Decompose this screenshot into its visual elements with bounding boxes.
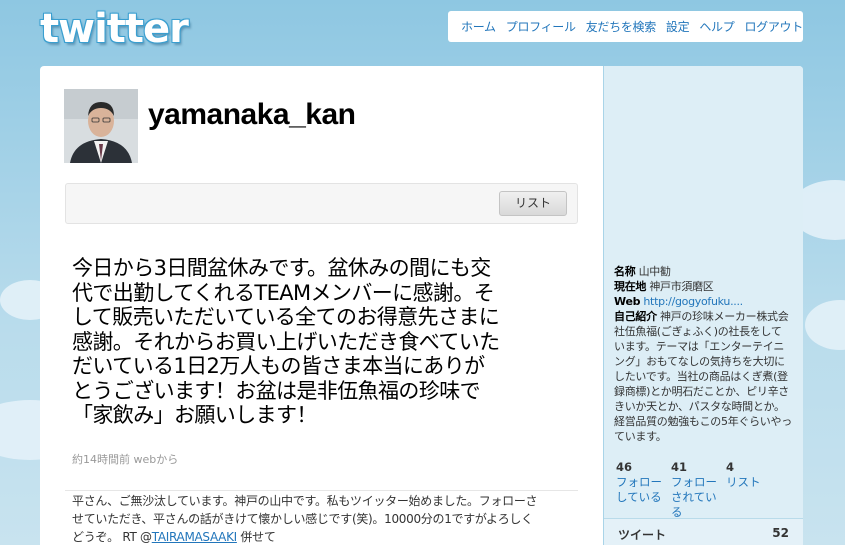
web-link[interactable]: http://gogyofuku.... bbox=[643, 295, 743, 308]
followers-label: フォロー されている bbox=[671, 475, 717, 519]
tweet-text: 平さん、ご無沙汰しています。神戸の山中です。私もツイッター始めました。フォローさ… bbox=[72, 494, 538, 544]
divider bbox=[65, 490, 578, 491]
background-cloud bbox=[805, 300, 845, 350]
tweet-count-row[interactable]: ツイート 52 bbox=[604, 518, 803, 545]
latest-tweet-text: 今日から3日間盆休みです。盆休みの間にも交代で出勤してくれるTEAMメンバーに感… bbox=[72, 256, 500, 427]
followers-stat[interactable]: 41 フォロー されている bbox=[671, 460, 726, 520]
lists-label: リスト bbox=[726, 475, 761, 489]
bio-value: 神戸の珍味メーカー株式会社伍魚福(ごぎょふく)の社長をしています。テーマは「エン… bbox=[614, 310, 792, 443]
location-value: 神戸市須磨区 bbox=[649, 280, 714, 293]
profile-username: yamanaka_kan bbox=[148, 98, 356, 131]
top-navigation: ホーム プロフィール 友だちを検索 設定 ヘルプ ログアウト bbox=[448, 11, 803, 42]
web-label: Web bbox=[614, 295, 641, 308]
main-content: yamanaka_kan リスト 今日から3日間盆休みです。盆休みの間にも交代で… bbox=[40, 66, 603, 545]
profile-photo-icon bbox=[64, 89, 138, 163]
tweet-source: webから bbox=[133, 453, 179, 466]
tweet-timestamp[interactable]: 約14時間前 bbox=[72, 453, 130, 466]
page-container: yamanaka_kan リスト 今日から3日間盆休みです。盆休みの間にも交代で… bbox=[40, 66, 803, 545]
twitter-logo[interactable]: twitter bbox=[40, 6, 189, 52]
bio-label: 自己紹介 bbox=[614, 310, 657, 323]
tweet-text-suffix: 併せて bbox=[236, 530, 276, 544]
location-label: 現在地 bbox=[614, 280, 647, 293]
following-label: フォロー している bbox=[616, 475, 662, 504]
following-stat[interactable]: 46 フォロー している bbox=[616, 460, 671, 520]
nav-home[interactable]: ホーム bbox=[456, 18, 501, 35]
profile-location-row: 現在地 神戸市須磨区 bbox=[614, 279, 792, 294]
action-bar: リスト bbox=[65, 183, 578, 224]
list-button[interactable]: リスト bbox=[499, 191, 567, 216]
nav-settings[interactable]: 設定 bbox=[661, 18, 694, 35]
nav-profile[interactable]: プロフィール bbox=[501, 18, 581, 35]
latest-tweet-meta: 約14時間前 webから bbox=[72, 451, 178, 467]
mention-link[interactable]: TAIRAMASAAKI bbox=[152, 530, 237, 544]
nav-help[interactable]: ヘルプ bbox=[694, 18, 739, 35]
nav-logout[interactable]: ログアウト bbox=[739, 18, 808, 35]
lists-count: 4 bbox=[726, 460, 735, 474]
followers-count: 41 bbox=[671, 460, 688, 474]
profile-web-row: Web http://gogyofuku.... bbox=[614, 294, 792, 309]
tweet-list-item: 平さん、ご無沙汰しています。神戸の山中です。私もツイッター始めました。フォローさ… bbox=[72, 492, 542, 545]
tweet-count-label: ツイート bbox=[618, 528, 667, 542]
avatar[interactable] bbox=[64, 89, 138, 163]
lists-stat[interactable]: 4 リスト bbox=[726, 460, 781, 520]
tweet-count-value: 52 bbox=[772, 526, 789, 540]
name-value: 山中勧 bbox=[638, 265, 671, 278]
following-count: 46 bbox=[616, 460, 633, 474]
name-label: 名称 bbox=[614, 265, 636, 278]
profile-info: 名称 山中勧 現在地 神戸市須磨区 Web http://gogyofuku..… bbox=[614, 264, 792, 444]
profile-sidebar: 名称 山中勧 現在地 神戸市須磨区 Web http://gogyofuku..… bbox=[603, 66, 803, 545]
profile-bio-row: 自己紹介 神戸の珍味メーカー株式会社伍魚福(ごぎょふく)の社長をしています。テー… bbox=[614, 309, 792, 444]
follow-stats: 46 フォロー している 41 フォロー されている 4 リスト bbox=[616, 460, 781, 520]
nav-find-friends[interactable]: 友だちを検索 bbox=[581, 18, 661, 35]
profile-name-row: 名称 山中勧 bbox=[614, 264, 792, 279]
